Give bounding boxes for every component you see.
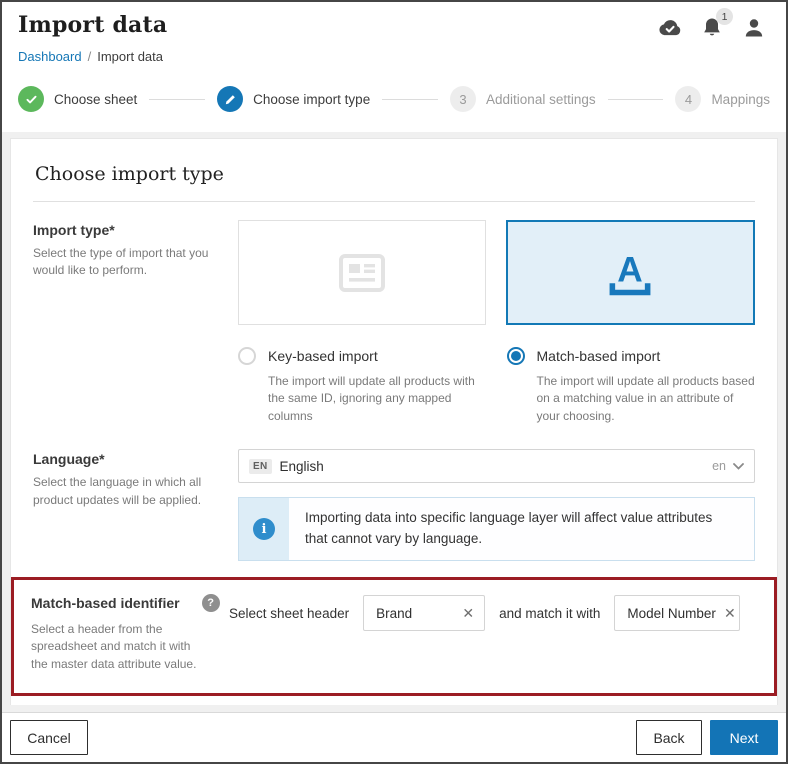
step-label: Choose import type (253, 92, 370, 107)
key-based-import-description: The import will update all products with… (268, 373, 487, 425)
match-based-import-option: Match-based import The import will updat… (507, 347, 756, 425)
language-info-message: Importing data into specific language la… (289, 498, 754, 560)
import-type-description: Select the type of import that you would… (33, 245, 213, 280)
match-based-import-name[interactable]: Match-based import (537, 348, 661, 364)
step-active-pencil-icon (217, 86, 243, 112)
sheet-header-chip[interactable]: Brand ✕ (363, 595, 485, 631)
help-icon[interactable]: ? (202, 594, 220, 612)
attribute-value: Model Number (627, 606, 716, 621)
sheet-header-value: Brand (376, 606, 412, 621)
key-based-import-radio[interactable] (238, 347, 256, 365)
page-title: Import data (18, 12, 167, 38)
breadcrumb-dashboard-link[interactable]: Dashboard (18, 49, 82, 64)
step-connector (382, 99, 438, 100)
wizard-footer: Cancel Back Next (2, 712, 786, 762)
language-selected-name: English (280, 459, 324, 474)
breadcrumb: Dashboard / Import data (18, 49, 770, 64)
back-button[interactable]: Back (636, 720, 702, 755)
step-label: Additional settings (486, 92, 596, 107)
step-number: 3 (450, 86, 476, 112)
language-row: Language* Select the language in which a… (33, 449, 755, 561)
cancel-button[interactable]: Cancel (10, 720, 88, 755)
notifications-bell-icon[interactable]: 1 (700, 16, 724, 40)
step-connector (149, 99, 205, 100)
step-done-check-icon (18, 86, 44, 112)
match-based-identifier-section: Match-based identifier ? Select a header… (11, 577, 777, 696)
choose-import-type-card: Choose import type Import type* Select t… (10, 138, 778, 705)
wizard-stepper: Choose sheet Choose import type 3 Additi… (2, 74, 786, 132)
match-connector-label: and match it with (499, 606, 600, 621)
language-flag-badge: EN (249, 459, 272, 474)
match-based-import-radio[interactable] (507, 347, 525, 365)
sheet-header-label: Select sheet header (229, 606, 349, 621)
language-select[interactable]: EN English en (238, 449, 755, 483)
chevron-down-icon (733, 463, 744, 470)
info-icon: i (253, 518, 275, 540)
breadcrumb-separator: / (88, 49, 92, 64)
key-based-import-name[interactable]: Key-based import (268, 348, 378, 364)
match-identifier-label: Match-based identifier (31, 595, 180, 611)
step-number: 4 (675, 86, 701, 112)
svg-text:A: A (618, 250, 643, 289)
breadcrumb-current: Import data (97, 49, 163, 64)
remove-sheet-header-icon[interactable]: ✕ (462, 606, 474, 620)
notification-count-badge: 1 (716, 8, 733, 25)
language-label: Language* (33, 451, 238, 467)
letter-a-bracket-icon: A (600, 247, 660, 299)
next-button[interactable]: Next (710, 720, 778, 755)
language-info-box: i Importing data into specific language … (238, 497, 755, 561)
match-identifier-description: Select a header from the spreadsheet and… (31, 621, 206, 673)
step-choose-import-type[interactable]: Choose import type (217, 86, 370, 112)
language-description: Select the language in which all product… (33, 474, 213, 509)
match-based-import-description: The import will update all products base… (537, 373, 756, 425)
import-type-label: Import type* (33, 222, 238, 238)
step-label: Choose sheet (54, 92, 137, 107)
key-based-import-tile[interactable] (238, 220, 486, 325)
step-choose-sheet[interactable]: Choose sheet (18, 86, 137, 112)
step-additional-settings: 3 Additional settings (450, 86, 596, 112)
page-header: Import data 1 Dashboard / Import data (2, 2, 786, 74)
key-based-import-option: Key-based import The import will update … (238, 347, 487, 425)
user-account-icon[interactable] (742, 16, 766, 40)
import-type-row: Import type* Select the type of import t… (33, 220, 755, 425)
article-icon (338, 253, 386, 293)
content-section: Choose import type Import type* Select t… (2, 132, 786, 712)
attribute-chip[interactable]: Model Number ✕ (614, 595, 740, 631)
step-connector (608, 99, 664, 100)
import-data-page: Import data 1 Dashboard / Import data (2, 2, 786, 762)
cloud-sync-icon[interactable] (658, 16, 682, 40)
step-mappings: 4 Mappings (675, 86, 770, 112)
card-heading: Choose import type (33, 157, 755, 202)
remove-attribute-icon[interactable]: ✕ (724, 606, 736, 620)
match-based-import-tile[interactable]: A (506, 220, 756, 325)
language-selected-code: en (712, 459, 726, 473)
step-label: Mappings (711, 92, 770, 107)
